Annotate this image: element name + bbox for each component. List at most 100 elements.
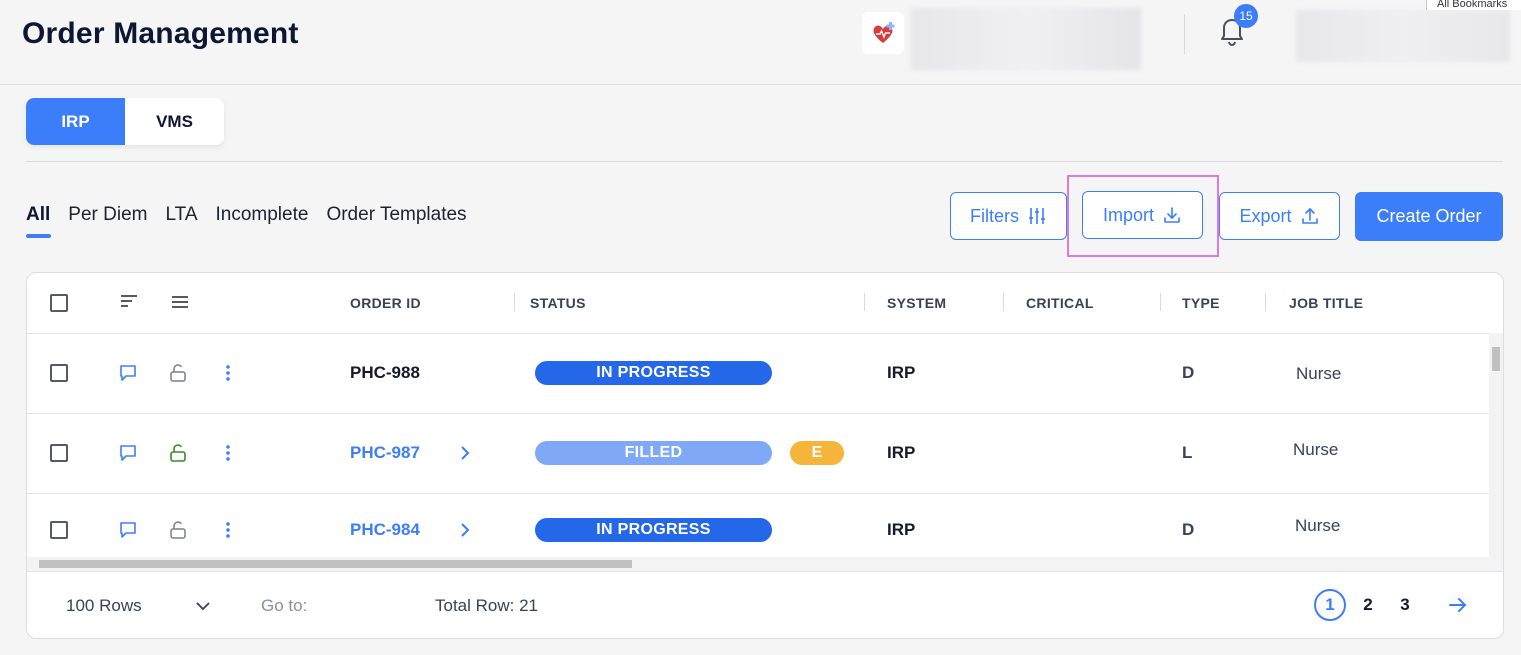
grid-header: ORDER ID STATUS SYSTEM CRITICAL TYPE JOB… <box>27 273 1503 334</box>
organization-switcher-blurred[interactable] <box>911 8 1141 70</box>
status-badge: FILLED <box>535 441 772 465</box>
row-checkbox[interactable] <box>50 521 68 539</box>
extension-badge: E <box>790 441 844 465</box>
unlock-icon <box>170 521 186 539</box>
page-button-2[interactable]: 2 <box>1352 589 1384 621</box>
arrow-right-icon <box>1449 598 1467 612</box>
sort-columns-button[interactable] <box>119 293 139 311</box>
comment-icon <box>120 522 136 538</box>
type-cell: L <box>1182 443 1193 462</box>
col-separator[interactable] <box>864 293 865 311</box>
col-separator[interactable] <box>514 293 515 311</box>
comments-button[interactable] <box>118 443 138 463</box>
chevron-right-icon <box>461 523 470 537</box>
col-separator[interactable] <box>1003 293 1004 311</box>
orders-grid: ORDER ID STATUS SYSTEM CRITICAL TYPE JOB… <box>26 272 1504 639</box>
system-cell: IRP <box>887 363 916 382</box>
col-header-order-id[interactable]: ORDER ID <box>350 295 421 311</box>
col-separator[interactable] <box>1160 293 1161 311</box>
comments-button[interactable] <box>118 520 138 540</box>
lock-toggle-button[interactable] <box>168 363 188 383</box>
lock-toggle-button[interactable] <box>168 520 188 540</box>
unlock-icon <box>170 444 186 462</box>
order-id-link[interactable]: PHC-987 <box>350 443 420 463</box>
tab-lta[interactable]: LTA <box>165 204 197 236</box>
bookmarks-bar[interactable]: All Bookmarks <box>1426 0 1521 10</box>
order-id-link[interactable]: PHC-984 <box>350 520 420 540</box>
job-title-cell: Nurse <box>1293 440 1339 459</box>
hamburger-icon <box>172 296 188 308</box>
comments-button[interactable] <box>118 363 138 383</box>
type-cell: D <box>1182 363 1195 382</box>
order-id-cell[interactable]: PHC-988 <box>350 363 420 383</box>
section-divider <box>26 161 1503 162</box>
rows-per-page-dropdown[interactable] <box>193 596 213 616</box>
system-toggle-vms[interactable]: VMS <box>125 98 224 145</box>
page-button-3[interactable]: 3 <box>1389 589 1421 621</box>
create-order-button[interactable]: Create Order <box>1355 192 1503 241</box>
import-label: Import <box>1102 204 1154 225</box>
system-cell: IRP <box>887 520 916 539</box>
page-button-1[interactable]: 1 <box>1314 589 1346 621</box>
comment-icon <box>120 365 136 381</box>
import-button[interactable]: Import <box>1082 191 1203 239</box>
system-toggle-irp[interactable]: IRP <box>26 98 125 145</box>
col-header-job-title[interactable]: JOB TITLE <box>1289 295 1363 311</box>
table-row[interactable]: PHC-987 FILLED E IRP L Nurse <box>27 413 1489 494</box>
upload-icon <box>1301 208 1318 224</box>
total-rows-label: Total Row: 21 <box>435 596 538 615</box>
system-cell: IRP <box>887 443 916 462</box>
vertical-scrollbar[interactable] <box>1489 333 1503 557</box>
row-actions-button[interactable] <box>218 443 238 463</box>
job-title-cell: Nurse <box>1295 516 1341 535</box>
horizontal-scrollbar[interactable] <box>27 557 1503 571</box>
chevron-right-icon <box>461 446 470 460</box>
filters-button[interactable]: Filters <box>950 192 1067 240</box>
order-tabs: All Per Diem LTA Incomplete Order Templa… <box>26 204 485 238</box>
col-header-system[interactable]: SYSTEM <box>887 295 946 311</box>
col-separator[interactable] <box>1265 293 1266 311</box>
more-vertical-icon <box>226 365 230 381</box>
chevron-down-icon <box>196 602 210 611</box>
select-all-checkbox[interactable] <box>50 294 68 312</box>
organization-logo[interactable] <box>862 12 904 54</box>
more-vertical-icon <box>226 445 230 461</box>
rows-per-page-select[interactable]: 100 Rows <box>66 596 142 616</box>
table-row[interactable]: PHC-984 IN PROGRESS IRP D Nurse <box>27 493 1489 557</box>
table-row[interactable]: PHC-988 IN PROGRESS IRP D Nurse <box>27 333 1489 414</box>
sort-lines-icon <box>121 295 137 307</box>
col-header-type[interactable]: TYPE <box>1182 295 1220 311</box>
lock-toggle-button[interactable] <box>168 443 188 463</box>
job-title-cell: Nurse <box>1296 364 1342 383</box>
grid-footer: 100 Rows Go to: Total Row: 21 1 2 3 <box>27 571 1503 638</box>
tab-per-diem[interactable]: Per Diem <box>68 204 147 236</box>
header-divider <box>1184 14 1185 54</box>
filters-label: Filters <box>970 205 1019 226</box>
heart-logo-icon <box>873 22 895 43</box>
tab-incomplete[interactable]: Incomplete <box>216 204 309 236</box>
download-icon <box>1164 207 1180 223</box>
tab-order-templates[interactable]: Order Templates <box>326 204 466 236</box>
app-header: Order Management 15 All Bookmarks <box>0 0 1521 85</box>
next-page-button[interactable] <box>1447 594 1469 616</box>
status-badge: IN PROGRESS <box>535 518 772 542</box>
row-actions-button[interactable] <box>218 520 238 540</box>
row-actions-button[interactable] <box>218 363 238 383</box>
col-header-status[interactable]: STATUS <box>530 295 586 311</box>
expand-row-button[interactable] <box>457 443 473 463</box>
page-title: Order Management <box>22 17 299 50</box>
user-profile-blurred[interactable] <box>1296 10 1510 62</box>
col-header-critical[interactable]: CRITICAL <box>1026 295 1094 311</box>
tab-all[interactable]: All <box>26 204 52 238</box>
goto-page-label[interactable]: Go to: <box>261 596 307 616</box>
row-checkbox[interactable] <box>50 364 68 382</box>
horizontal-scroll-thumb[interactable] <box>39 560 632 568</box>
expand-row-button[interactable] <box>457 520 473 540</box>
column-menu-button[interactable] <box>170 293 190 311</box>
export-button[interactable]: Export <box>1219 192 1340 240</box>
unlock-icon <box>170 364 186 382</box>
row-checkbox[interactable] <box>50 444 68 462</box>
export-label: Export <box>1239 205 1292 226</box>
vertical-scroll-thumb[interactable] <box>1492 347 1500 371</box>
sliders-icon <box>1029 208 1045 224</box>
